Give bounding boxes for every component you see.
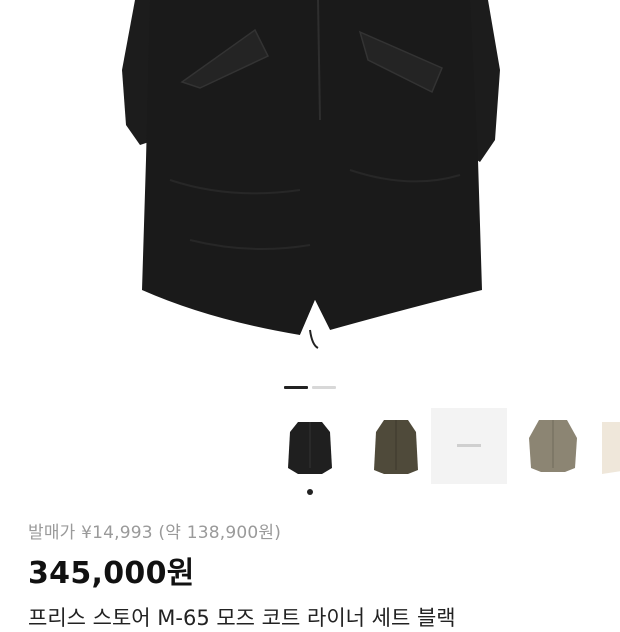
thumb-brand-card[interactable]: [431, 408, 507, 484]
original-price-label: 발매가 ¥14,993 (약 138,900원): [28, 523, 282, 543]
coat-illustration: [122, 0, 500, 349]
pager-indicator[interactable]: [312, 386, 336, 389]
thumbnail-strip[interactable]: [272, 408, 620, 488]
image-pager[interactable]: [284, 386, 336, 389]
current-price: 345,000원: [28, 556, 195, 591]
product-title: 프리스 스토어 M-65 모즈 코트 라이너 세트 블랙: [28, 606, 456, 630]
thumb-black-coat[interactable]: [272, 408, 348, 484]
thumb-cream[interactable]: [592, 408, 620, 484]
thumb-liner[interactable]: [515, 408, 591, 484]
pager-indicator-active[interactable]: [284, 386, 308, 389]
thumb-olive-coat[interactable]: [358, 408, 434, 484]
thumbnail-selected-indicator: [307, 489, 313, 495]
product-hero-image[interactable]: [0, 0, 620, 372]
